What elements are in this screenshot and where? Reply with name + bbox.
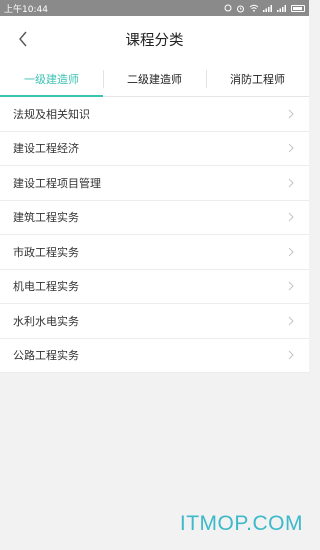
page-title: 课程分类 <box>125 32 184 49</box>
list-item[interactable]: 建设工程经济 <box>0 132 309 166</box>
signal-icon <box>263 4 273 12</box>
signal-icon <box>277 4 287 12</box>
list-item[interactable]: 机电工程实务 <box>0 270 309 304</box>
status-icons <box>224 4 305 13</box>
chevron-right-icon <box>288 247 294 257</box>
wifi-icon <box>249 4 259 12</box>
chevron-right-icon <box>288 212 294 222</box>
tab-first-class-constructor[interactable]: 一级建造师 <box>0 62 103 97</box>
battery-icon <box>291 4 305 12</box>
list-item-label: 建设工程项目管理 <box>13 176 101 190</box>
list-item-label: 法规及相关知识 <box>13 107 90 121</box>
chevron-right-icon <box>288 316 294 326</box>
chevron-right-icon <box>288 281 294 291</box>
category-tabs: 一级建造师 二级建造师 消防工程师 <box>0 62 309 97</box>
tab-label: 一级建造师 <box>24 73 79 86</box>
list-item-label: 公路工程实务 <box>13 349 79 363</box>
chevron-right-icon <box>288 109 294 119</box>
watermark: ITMOP.COM <box>179 512 303 535</box>
list-item[interactable]: 水利水电实务 <box>0 304 309 339</box>
list-item[interactable]: 市政工程实务 <box>0 235 309 270</box>
list-item-label: 建筑工程实务 <box>13 211 79 225</box>
back-button[interactable] <box>10 26 36 52</box>
list-item-label: 建设工程经济 <box>13 142 79 156</box>
category-list: 法规及相关知识 建设工程经济 建设工程项目管理 建筑工程实务 市政工程实务 机电… <box>0 97 309 373</box>
list-item[interactable]: 法规及相关知识 <box>0 97 309 132</box>
list-item[interactable]: 建设工程项目管理 <box>0 166 309 201</box>
tab-active-indicator <box>0 95 103 97</box>
alarm-icon <box>236 4 245 13</box>
header: 课程分类 <box>0 16 309 62</box>
list-item-label: 水利水电实务 <box>13 314 79 328</box>
tab-label: 二级建造师 <box>127 73 182 86</box>
tab-second-class-constructor[interactable]: 二级建造师 <box>103 62 206 96</box>
tab-fire-engineer[interactable]: 消防工程师 <box>206 62 309 96</box>
list-item-label: 市政工程实务 <box>13 245 79 259</box>
list-item[interactable]: 建筑工程实务 <box>0 201 309 235</box>
chevron-right-icon <box>288 143 294 153</box>
circle-icon <box>224 4 232 12</box>
status-bar: 上午10:44 <box>0 0 309 16</box>
chevron-right-icon <box>288 178 294 188</box>
chevron-right-icon <box>288 350 294 360</box>
list-item-label: 机电工程实务 <box>13 280 79 294</box>
chevron-left-icon <box>19 31 27 47</box>
tab-label: 消防工程师 <box>230 73 285 86</box>
status-time: 上午10:44 <box>4 4 48 15</box>
list-item[interactable]: 公路工程实务 <box>0 339 309 373</box>
